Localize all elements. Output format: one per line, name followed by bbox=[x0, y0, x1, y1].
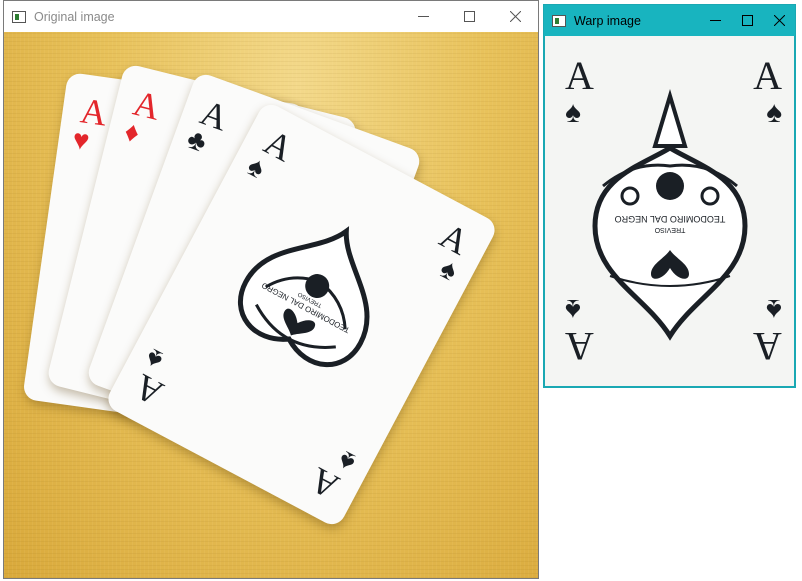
minimize-button[interactable] bbox=[400, 1, 446, 32]
spade-icon: ♠ bbox=[766, 293, 782, 326]
spade-emblem-icon: TEODOMIRO DAL NEGRO TREVISO bbox=[592, 89, 748, 341]
original-window-titlebar[interactable]: Original image bbox=[4, 1, 538, 32]
original-image-window: Original image A ♥ A ♦ A ♣ A ♠ A ♠ A ♠ A… bbox=[3, 0, 539, 579]
maximize-button[interactable] bbox=[446, 1, 492, 32]
minimize-button[interactable] bbox=[699, 5, 731, 36]
card-rank-label-bottom-right: A bbox=[753, 324, 782, 369]
warp-window-titlebar[interactable]: Warp image bbox=[544, 5, 795, 36]
spade-icon: ♠ bbox=[242, 149, 271, 185]
warp-window-title: Warp image bbox=[574, 13, 641, 28]
maximize-icon bbox=[463, 11, 475, 22]
minimize-icon bbox=[709, 20, 721, 21]
maximize-icon bbox=[741, 15, 753, 26]
spade-icon: ♠ bbox=[435, 252, 463, 287]
maker-city-text: TREVISO bbox=[654, 226, 685, 233]
spade-icon: ♠ bbox=[565, 293, 581, 326]
spade-icon: ♠ bbox=[565, 96, 581, 129]
close-button[interactable] bbox=[763, 5, 795, 36]
warp-image-window: Warp image A ♠ A ♠ A ♠ A ♠ TEODOMIRO DAL… bbox=[543, 4, 796, 388]
diamond-icon: ♦ bbox=[121, 115, 143, 149]
spade-icon: ♠ bbox=[766, 96, 782, 129]
spade-emblem-icon: TEODOMIRO DAL NEGRO TREVISO bbox=[238, 226, 370, 368]
app-window-icon bbox=[12, 10, 26, 23]
close-button[interactable] bbox=[492, 1, 538, 32]
card-rank-label-right: A bbox=[753, 53, 782, 98]
close-icon bbox=[509, 11, 521, 22]
maker-name-text: TEODOMIRO DAL NEGRO bbox=[615, 214, 726, 224]
heart-icon: ♥ bbox=[70, 123, 92, 157]
close-icon bbox=[773, 15, 785, 26]
original-window-title: Original image bbox=[34, 9, 115, 24]
spade-icon: ♠ bbox=[140, 342, 168, 377]
maximize-button[interactable] bbox=[731, 5, 763, 36]
original-image-canvas: A ♥ A ♦ A ♣ A ♠ A ♠ A ♠ A ♠ TEODOMIRO DA… bbox=[4, 32, 538, 578]
club-icon: ♣ bbox=[183, 122, 211, 159]
app-window-icon bbox=[552, 14, 566, 27]
spade-icon: ♠ bbox=[332, 444, 361, 480]
minimize-icon bbox=[417, 16, 429, 17]
warp-image-canvas: A ♠ A ♠ A ♠ A ♠ TEODOMIRO DAL NEGRO TREV… bbox=[545, 36, 794, 386]
